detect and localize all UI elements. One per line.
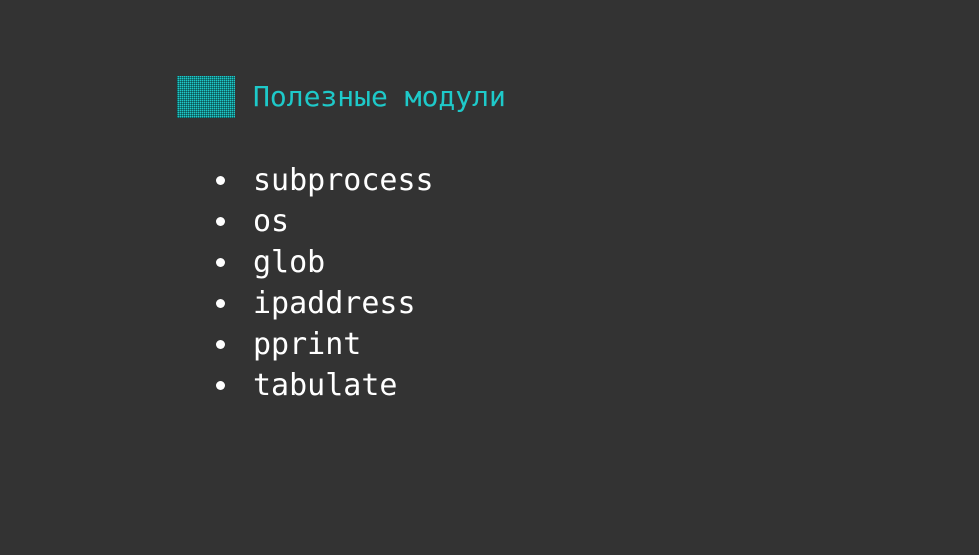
module-list: subprocess os glob ipaddress pprint tabu… bbox=[216, 160, 434, 406]
heading-marker-block bbox=[177, 76, 235, 118]
slide: Полезные модули subprocess os glob ipadd… bbox=[0, 0, 979, 555]
bullet-icon bbox=[216, 381, 225, 390]
bullet-icon bbox=[216, 299, 225, 308]
heading-row: Полезные модули bbox=[177, 76, 506, 118]
list-item: subprocess bbox=[216, 160, 434, 201]
list-item: glob bbox=[216, 242, 434, 283]
bullet-icon bbox=[216, 340, 225, 349]
slide-title: Полезные модули bbox=[253, 80, 506, 113]
bullet-icon bbox=[216, 258, 225, 267]
module-name: subprocess bbox=[253, 163, 434, 198]
list-item: pprint bbox=[216, 324, 434, 365]
module-name: tabulate bbox=[253, 368, 398, 403]
module-name: pprint bbox=[253, 327, 362, 362]
module-name: os bbox=[253, 204, 290, 239]
module-name: ipaddress bbox=[253, 286, 416, 321]
list-item: tabulate bbox=[216, 365, 434, 406]
list-item: os bbox=[216, 201, 434, 242]
bullet-icon bbox=[216, 217, 225, 226]
bullet-icon bbox=[216, 176, 225, 185]
module-name: glob bbox=[253, 245, 326, 280]
list-item: ipaddress bbox=[216, 283, 434, 324]
